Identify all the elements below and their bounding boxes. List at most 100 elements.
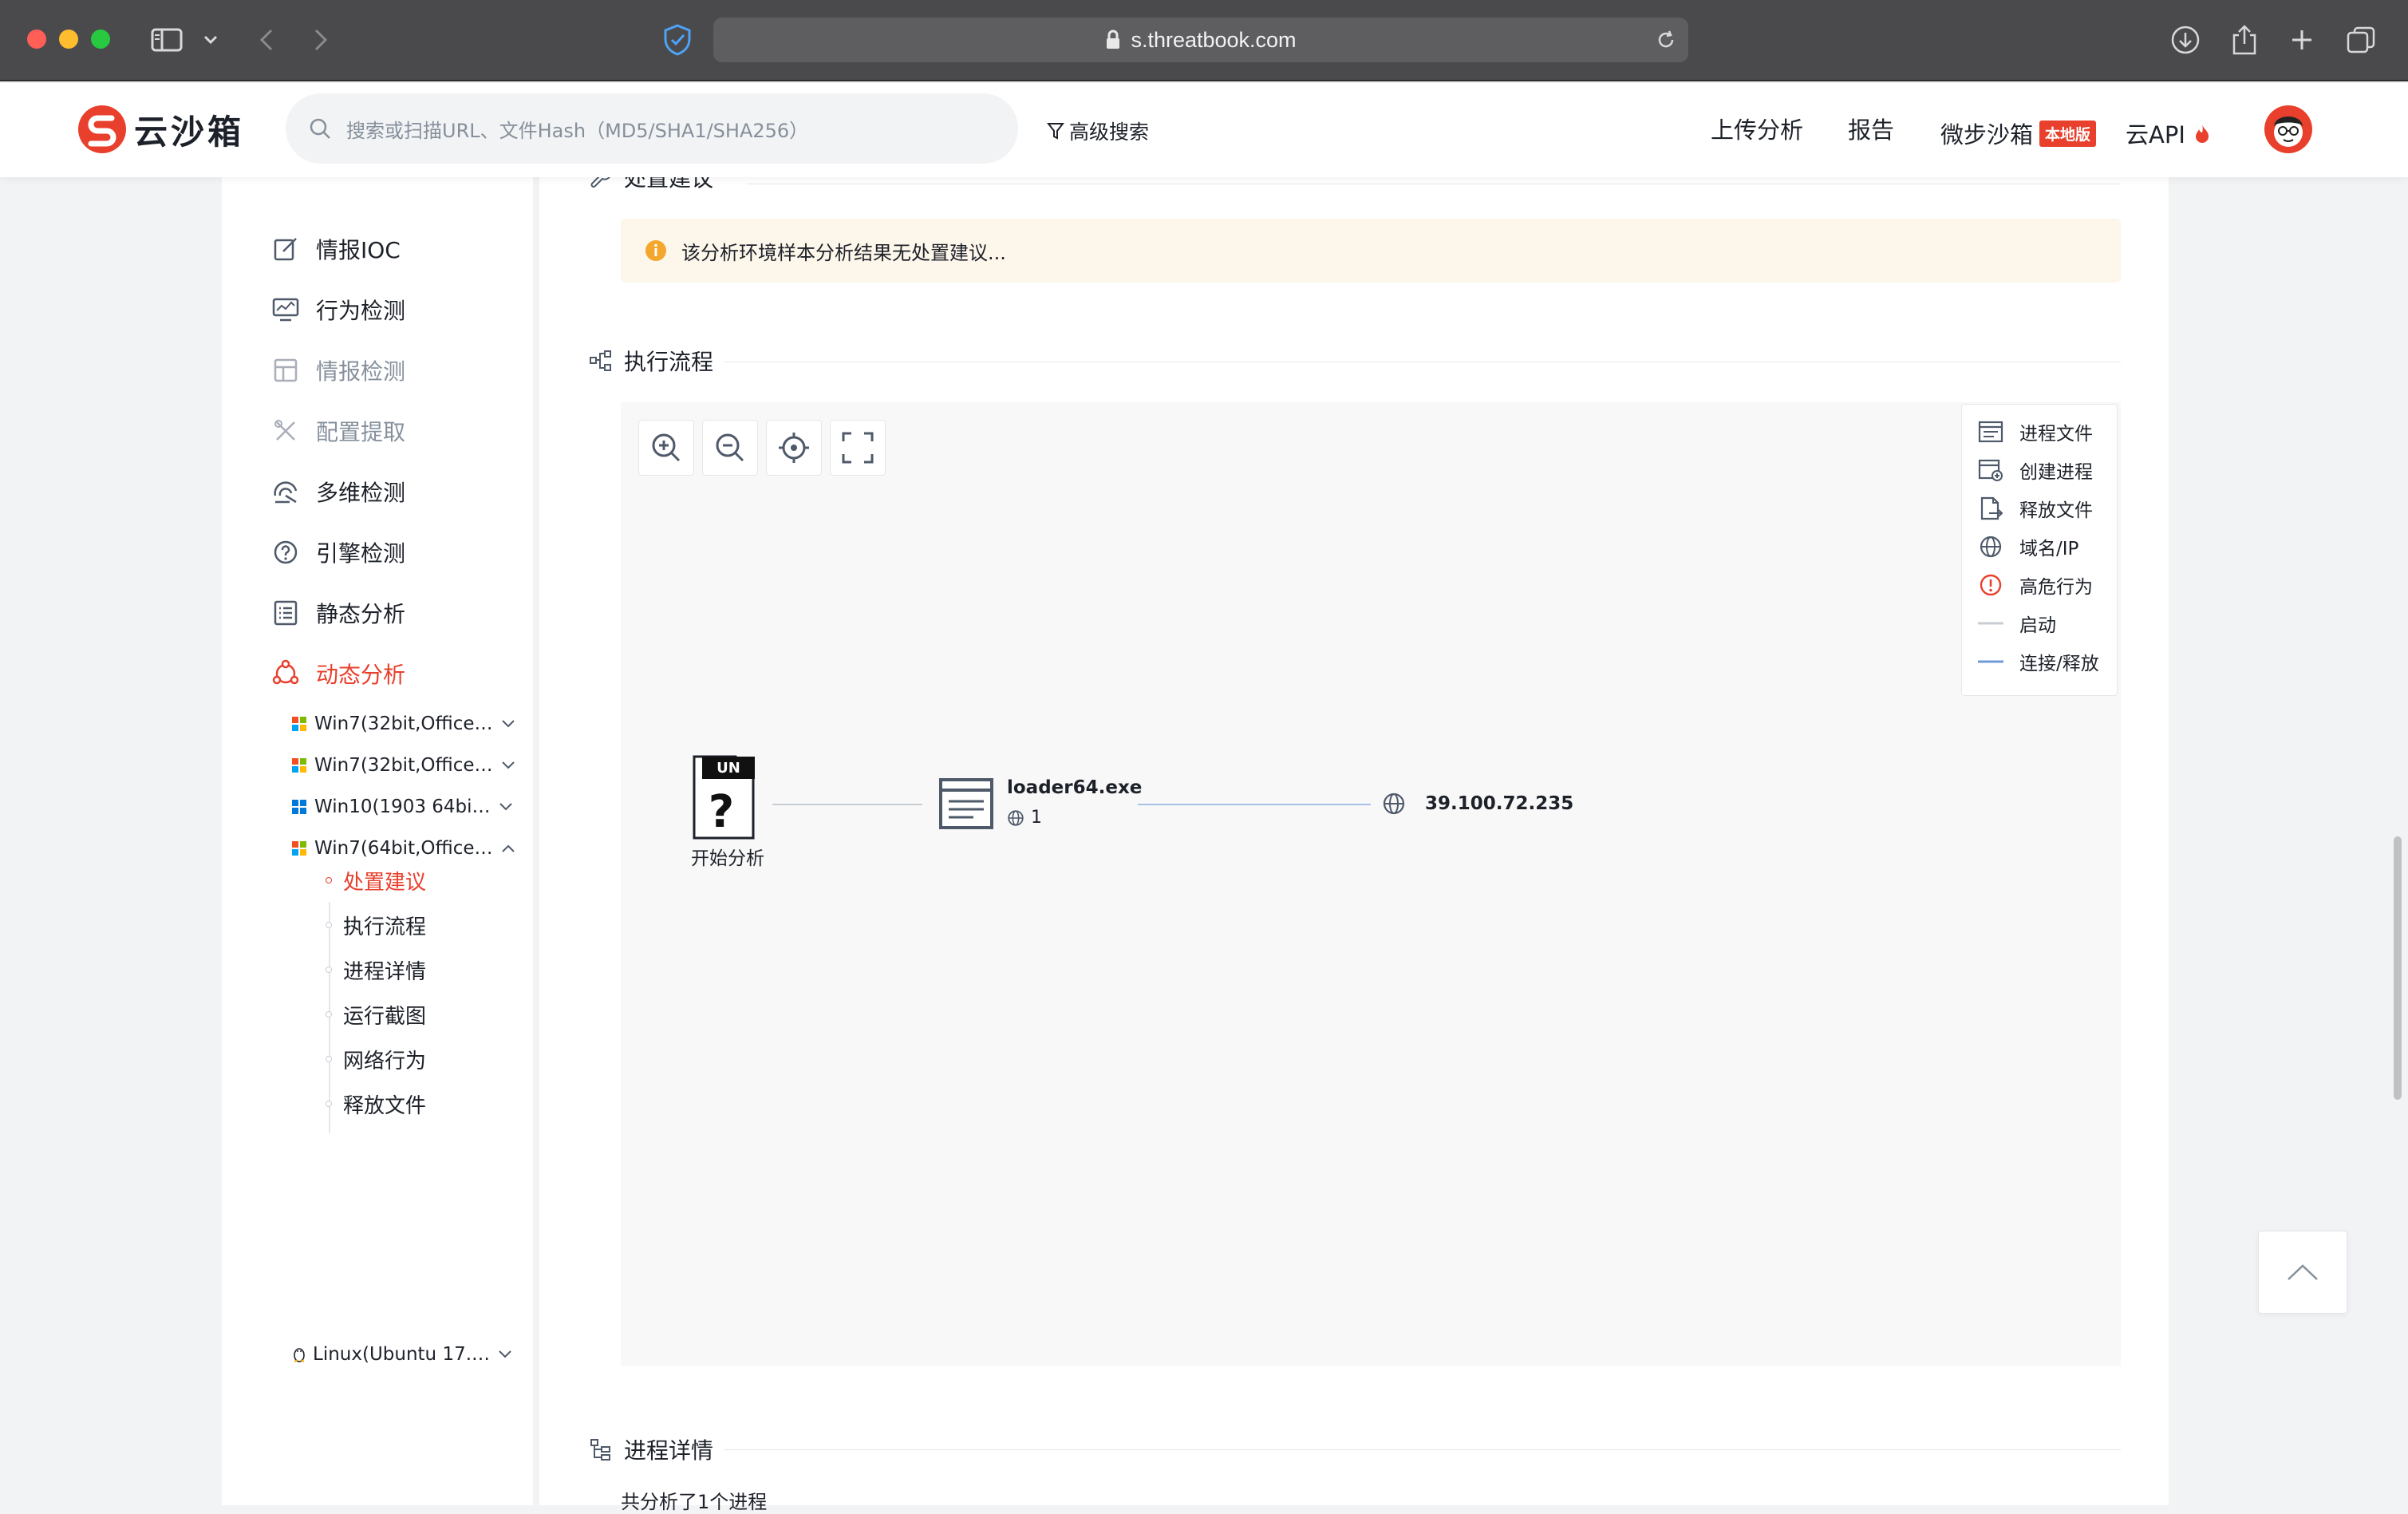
graph-edges <box>772 804 1371 805</box>
graph-node-start[interactable]: UN? 开始分析 <box>683 753 771 869</box>
avatar[interactable] <box>2264 105 2312 153</box>
sidebar-item-label: 多维检测 <box>316 480 406 506</box>
advanced-search-label: 高级搜索 <box>1069 121 1150 144</box>
ip-address: 39.100.72.235 <box>1425 793 1574 814</box>
graph-node-ip[interactable]: 39.100.72.235 <box>1382 792 1573 816</box>
section-title-text: 执行流程 <box>624 349 714 375</box>
advanced-search-button[interactable]: 高级搜索 <box>1047 117 1149 145</box>
sidebar-item-behavior-detection[interactable]: 行为检测 <box>271 294 405 326</box>
radar-icon <box>271 477 300 506</box>
subnav-execution-flow[interactable]: 执行流程 <box>326 911 427 939</box>
subnav-rail <box>329 902 330 1133</box>
subnav-released-files[interactable]: 释放文件 <box>326 1090 427 1118</box>
main-content: 处置建议 该分析环境样本分析结果无处置建议... 执行流程 进程文件 创建进程 … <box>539 165 2169 1513</box>
env-item-win7-32bit-a[interactable]: Win7(32bit,Office… <box>292 710 515 737</box>
minimize-window-button[interactable] <box>59 30 78 49</box>
windows10-icon <box>292 800 306 814</box>
graph-node-process[interactable]: loader64.exe 1 <box>938 777 1146 838</box>
flow-tree-icon <box>589 349 613 373</box>
nav-cloud-api-label: 云API <box>2126 121 2185 148</box>
page-scrollbar[interactable] <box>2394 836 2402 1100</box>
logo[interactable]: 云沙箱 <box>77 102 244 156</box>
process-detail-section-title: 进程详情 <box>589 1433 713 1465</box>
question-circle-icon <box>271 538 300 567</box>
env-label: Linux(Ubuntu 17.… <box>313 1344 491 1365</box>
sidebar-toggle-icon[interactable] <box>148 22 185 57</box>
sidebar-item-config-extract[interactable]: 配置提取 <box>271 415 405 447</box>
env-item-win7-64bit[interactable]: Win7(64bit,Office… <box>292 835 515 862</box>
subnav-label: 执行流程 <box>343 915 427 939</box>
search-placeholder: 搜索或扫描URL、文件Hash（MD5/SHA1/SHA256） <box>346 119 809 142</box>
url-text: s.threatbook.com <box>1131 27 1297 52</box>
subnav-label: 释放文件 <box>343 1093 427 1118</box>
list-icon <box>271 599 300 627</box>
env-label: Win7(32bit,Office… <box>314 755 493 776</box>
monitor-chart-icon <box>271 295 300 324</box>
info-icon <box>645 239 667 262</box>
notice-text: 该分析环境样本分析结果无处置建议... <box>681 241 1006 264</box>
sidebar-item-dynamic-analysis[interactable]: 动态分析 <box>271 658 405 690</box>
tools-icon <box>271 417 300 445</box>
back-to-top-button[interactable] <box>2258 1231 2347 1314</box>
chevron-up-icon <box>2288 1264 2318 1280</box>
subnav-screenshots[interactable]: 运行截图 <box>326 1001 426 1029</box>
maximize-window-button[interactable] <box>91 30 110 49</box>
sidebar-item-multi-detection[interactable]: 多维检测 <box>271 476 405 508</box>
section-divider <box>724 1449 2121 1450</box>
process-summary: 共分析了1个进程 <box>621 1491 768 1513</box>
search-icon <box>308 117 332 140</box>
process-tree-icon <box>589 1437 613 1461</box>
sidebar-item-intel-ioc[interactable]: 情报IOC <box>271 233 401 265</box>
share-icon[interactable] <box>2226 22 2263 57</box>
privacy-shield-icon[interactable] <box>659 22 696 57</box>
report-sidebar: 情报IOC 行为检测 情报检测 配置提取 多维检测 引擎检测 静态分析 动态分析… <box>222 177 533 1505</box>
subnav-label: 网络行为 <box>343 1049 427 1073</box>
nav-microstep-sandbox[interactable]: 微步沙箱 本地版 <box>1940 117 2097 150</box>
chevron-down-icon <box>501 761 515 769</box>
fire-icon <box>2193 123 2211 144</box>
search-box[interactable]: 搜索或扫描URL、文件Hash（MD5/SHA1/SHA256） <box>286 93 1018 164</box>
windows7-icon <box>292 841 306 856</box>
subnav-label: 进程详情 <box>343 959 427 984</box>
process-file-icon <box>939 778 993 829</box>
lock-icon <box>1105 30 1121 50</box>
sidebar-item-label: 行为检测 <box>316 298 406 324</box>
sidebar-item-engine-detection[interactable]: 引擎检测 <box>271 536 405 568</box>
download-icon[interactable] <box>2167 22 2204 57</box>
execution-flow-graph[interactable]: 进程文件 创建进程 释放文件 域名/IP 高危行为 启动 连接/释放 UN? 开… <box>621 402 2121 1366</box>
subnav-network-behavior[interactable]: 网络行为 <box>326 1046 427 1073</box>
chevron-down-icon <box>501 720 515 728</box>
nav-microstep-label: 微步沙箱 <box>1940 121 2034 148</box>
new-tab-icon[interactable] <box>2284 22 2320 57</box>
subnav-disposal[interactable]: 处置建议 <box>326 867 426 895</box>
windows7-icon <box>292 758 306 773</box>
nav-cloud-api[interactable]: 云API <box>2126 117 2211 150</box>
env-label: Win7(32bit,Office… <box>314 714 493 734</box>
close-window-button[interactable] <box>27 30 46 49</box>
nav-report[interactable]: 报告 <box>1848 117 1894 144</box>
env-item-win10[interactable]: Win10(1903 64bi… <box>292 793 513 820</box>
sidebar-item-label: 配置提取 <box>316 419 406 445</box>
sidebar-item-label: 情报检测 <box>316 358 406 385</box>
chevron-down-icon <box>499 1350 511 1358</box>
forward-icon[interactable] <box>308 22 334 57</box>
chevron-down-icon[interactable] <box>199 22 222 57</box>
execution-flow-section-title: 执行流程 <box>589 345 713 377</box>
sidebar-item-static-analysis[interactable]: 静态分析 <box>271 597 405 629</box>
edit-icon <box>271 235 300 263</box>
chevron-up-icon <box>501 844 515 852</box>
site-header: 云沙箱 搜索或扫描URL、文件Hash（MD5/SHA1/SHA256） 高级搜… <box>0 83 2408 177</box>
start-badge: UN <box>716 760 740 777</box>
env-item-win7-32bit-b[interactable]: Win7(32bit,Office… <box>292 752 515 779</box>
sidebar-item-label: 引擎检测 <box>316 540 406 567</box>
subnav-process-detail[interactable]: 进程详情 <box>326 956 427 984</box>
env-item-linux[interactable]: Linux(Ubuntu 17.… <box>292 1341 512 1368</box>
tab-overview-icon[interactable] <box>2343 22 2379 57</box>
address-bar[interactable]: s.threatbook.com <box>713 18 1688 62</box>
reload-icon[interactable] <box>1655 29 1677 51</box>
back-icon[interactable] <box>254 22 279 57</box>
logo-text: 云沙箱 <box>134 112 245 152</box>
sidebar-item-intel-detection[interactable]: 情报检测 <box>271 354 405 386</box>
process-net-stat: 1 <box>1007 808 1042 828</box>
nav-upload-analysis[interactable]: 上传分析 <box>1711 117 1803 144</box>
